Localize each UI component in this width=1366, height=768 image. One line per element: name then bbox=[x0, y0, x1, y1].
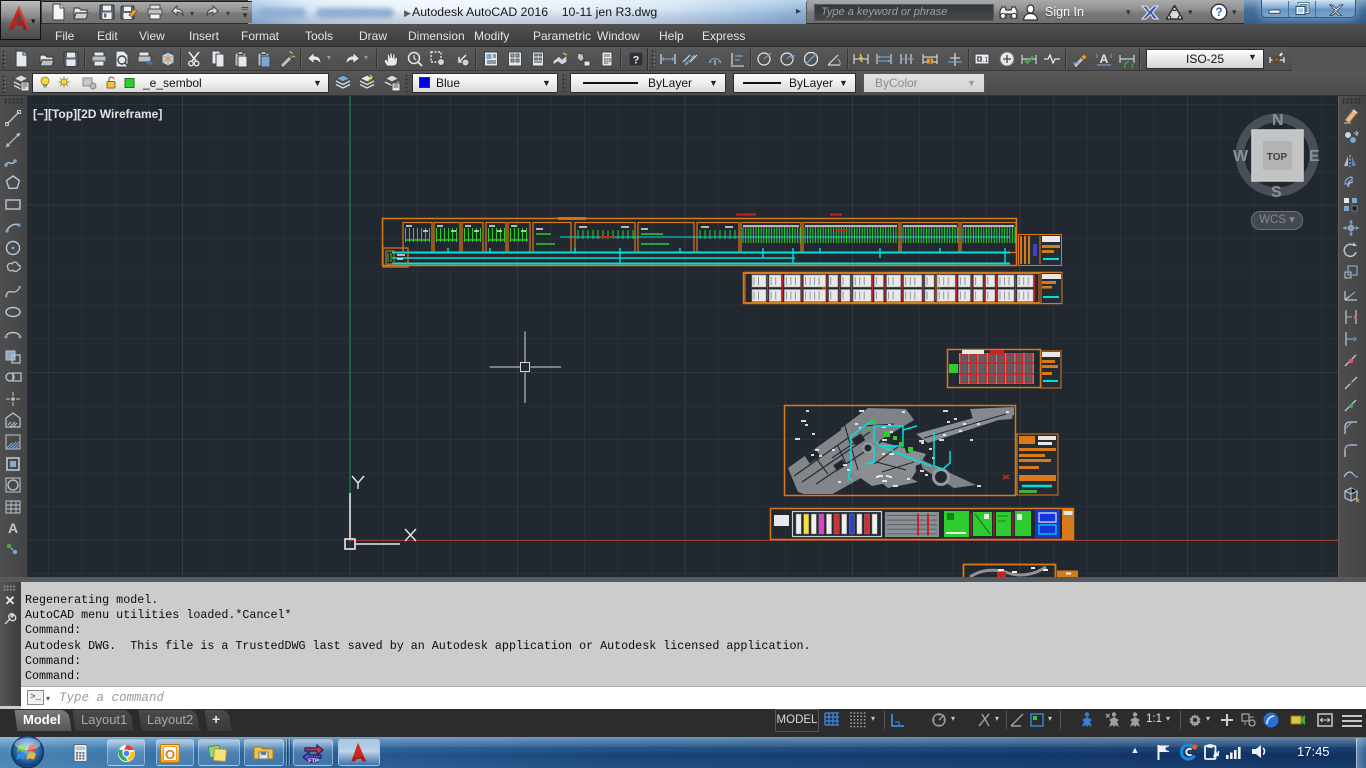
svg-text:?: ? bbox=[1215, 7, 1222, 19]
svg-text:A: A bbox=[8, 520, 18, 536]
svg-text:?: ? bbox=[633, 55, 640, 67]
svg-text:TOP: TOP bbox=[1267, 152, 1288, 163]
svg-text:FTP: FTP bbox=[308, 758, 319, 764]
svg-text:A: A bbox=[1100, 52, 1109, 66]
svg-text:.1: .1 bbox=[983, 57, 989, 64]
svg-text:3: 3 bbox=[929, 59, 932, 65]
